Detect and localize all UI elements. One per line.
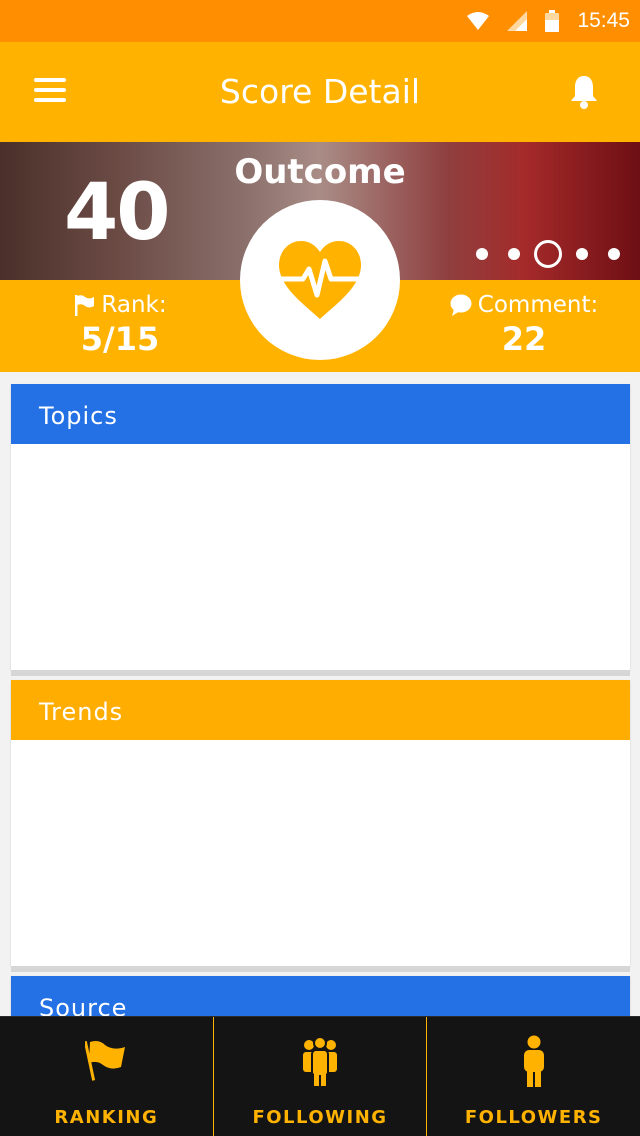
group-icon <box>303 1036 337 1086</box>
rank-stat: Rank: 5/15 <box>60 292 180 358</box>
divider <box>11 670 630 676</box>
rank-value: 5/15 <box>80 320 160 358</box>
category-title: Outcome <box>234 152 406 192</box>
wifi-icon <box>467 12 490 30</box>
comment-value: 22 <box>501 320 547 358</box>
rank-label: Rank: <box>101 292 167 318</box>
nav-following-label: FOLLOWING <box>252 1107 388 1128</box>
speech-bubble-icon <box>450 294 472 316</box>
carousel-dot[interactable] <box>476 248 488 260</box>
comment-label: Comment: <box>477 292 599 318</box>
carousel-dot-active[interactable] <box>534 240 562 268</box>
nav-followers[interactable]: FOLLOWERS <box>426 1017 640 1136</box>
status-time: 15:45 <box>577 9 630 32</box>
divider <box>11 966 630 972</box>
bell-icon[interactable] <box>568 74 600 110</box>
carousel-dot[interactable] <box>576 248 588 260</box>
trends-content <box>11 740 630 966</box>
trends-card: Trends <box>11 680 630 966</box>
carousel-dot[interactable] <box>608 248 620 260</box>
nav-ranking-label: RANKING <box>54 1107 159 1128</box>
nav-following[interactable]: FOLLOWING <box>212 1017 427 1136</box>
nav-ranking[interactable]: RANKING <box>0 1017 213 1136</box>
category-badge <box>240 200 400 360</box>
carousel-dot[interactable] <box>508 248 520 260</box>
battery-icon <box>545 10 560 32</box>
trends-header[interactable]: Trends <box>11 680 630 740</box>
person-icon <box>523 1035 544 1087</box>
flag-icon <box>85 1041 126 1081</box>
app-bar: Score Detail <box>0 42 640 142</box>
topics-card: Topics <box>11 384 630 670</box>
carousel-indicator <box>476 240 620 268</box>
bottom-navigation: RANKING FOLLOWING FOLLOWERS <box>0 1016 640 1136</box>
topics-header[interactable]: Topics <box>11 384 630 444</box>
status-bar: 15:45 <box>0 0 640 42</box>
page-title: Score Detail <box>219 72 421 111</box>
heart-pulse-icon <box>278 241 362 319</box>
topics-content <box>11 444 630 670</box>
flag-icon <box>75 295 95 316</box>
nav-followers-label: FOLLOWERS <box>464 1107 603 1128</box>
comment-stat[interactable]: Comment: 22 <box>446 292 602 358</box>
signal-icon <box>507 11 528 31</box>
